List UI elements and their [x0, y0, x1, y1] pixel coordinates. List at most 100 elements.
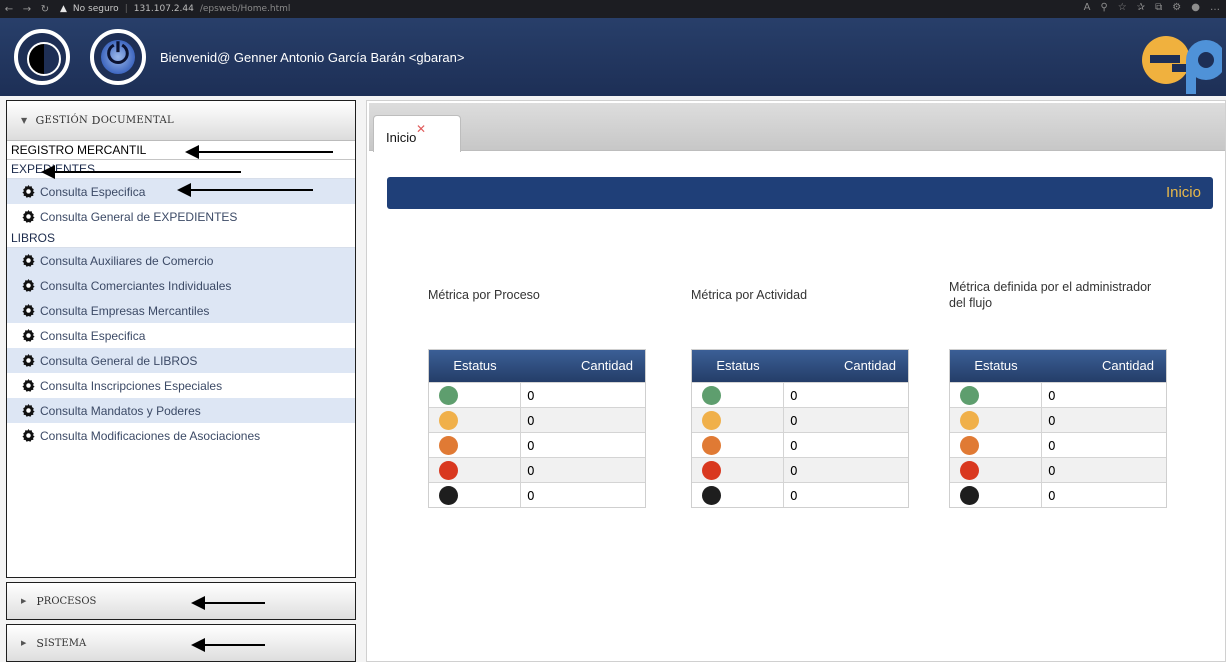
collections-icon[interactable]: ⧉	[1155, 2, 1162, 13]
menu-item-consulta-modificaciones[interactable]: Consulta Modificaciones de Asociaciones	[7, 423, 355, 448]
url-path: /epsweb/Home.html	[199, 4, 291, 14]
column-header-status: Estatus	[453, 358, 497, 373]
page-title: Inicio	[1165, 184, 1201, 201]
count-cell: 0	[527, 414, 535, 428]
close-icon[interactable]: ✕	[416, 122, 426, 136]
menu-item-label: Consulta Especifica	[40, 184, 146, 199]
title-rest: ISTEMA	[43, 637, 87, 649]
annotation-arrow	[191, 638, 265, 652]
zoom-icon[interactable]: ⚲	[1100, 2, 1107, 13]
address-bar[interactable]: ▲ No seguro | 131.107.2.44/epsweb/Home.h…	[60, 4, 290, 14]
status-dot-black	[702, 486, 721, 505]
count-cell: 0	[790, 414, 798, 428]
table-row: 0	[950, 457, 1166, 482]
accordion-header-gestion-documental[interactable]: ▼ G ESTIÓN D OCUMENTAL	[7, 101, 355, 141]
count-cell: 0	[527, 439, 535, 453]
count-cell: 0	[527, 389, 535, 403]
triangle-down-icon: ▼	[21, 116, 28, 125]
app-header: Bienvenid@ Genner Antonio García Barán <…	[0, 18, 1226, 96]
favorites-icon[interactable]: ✰	[1137, 2, 1145, 13]
menu-item-label: Consulta Empresas Mercantiles	[40, 303, 210, 318]
menu-item-consulta-especifica-libros[interactable]: Consulta Especifica	[7, 323, 355, 348]
reload-icon[interactable]: ↻	[36, 4, 54, 15]
column-header-count: Cantidad	[580, 358, 633, 373]
accordion-header-sistema[interactable]: ▶ S ISTEMA	[6, 624, 356, 662]
browser-toolbar: ← → ↻ ▲ No seguro | 131.107.2.44/epsweb/…	[0, 0, 1226, 18]
gear-icon	[22, 328, 35, 342]
favorite-icon[interactable]: ☆	[1118, 2, 1127, 13]
menu-item-label: Consulta General de LIBROS	[40, 353, 198, 368]
gear-icon	[22, 403, 35, 417]
table-row: 0	[950, 407, 1166, 432]
column-header-count: Cantidad	[1101, 358, 1154, 373]
gear-icon	[22, 184, 35, 198]
extensions-icon[interactable]: ⚙	[1172, 2, 1181, 13]
count-cell: 0	[1048, 464, 1056, 478]
count-cell: 0	[527, 464, 535, 478]
browser-tools: A ⚲ ☆ ✰ ⧉ ⚙ ● …	[1084, 2, 1220, 13]
menu-item-consulta-general-libros[interactable]: Consulta General de LIBROS	[7, 348, 355, 373]
menu-item-label: Consulta General de EXPEDIENTES	[40, 209, 238, 224]
gear-icon	[22, 428, 35, 442]
title-rest: ESTIÓN	[44, 115, 89, 126]
count-cell: 0	[790, 439, 798, 453]
table-header: Estatus Cantidad	[429, 350, 645, 382]
more-icon[interactable]: …	[1210, 2, 1220, 13]
status-dot-green	[439, 386, 458, 405]
section-expedientes[interactable]: EXPEDIENTES	[7, 160, 355, 179]
menu-item-consulta-auxiliares[interactable]: Consulta Auxiliares de Comercio	[7, 248, 355, 273]
column-header-count: Cantidad	[843, 358, 896, 373]
status-dot-yellow	[960, 411, 979, 430]
annotation-arrow	[177, 183, 313, 197]
warning-icon: ▲	[60, 4, 67, 14]
status-dot-yellow	[439, 411, 458, 430]
section-libros[interactable]: LIBROS	[7, 229, 355, 248]
status-dot-orange	[439, 436, 458, 455]
title-rest: ROCESOS	[43, 595, 97, 607]
contrast-icon[interactable]	[14, 29, 70, 85]
welcome-text: Bienvenid@ Genner Antonio García Barán <…	[160, 49, 465, 65]
metric-title: Métrica definida por el administrador de…	[949, 280, 1152, 310]
triangle-right-icon: ▶	[21, 597, 27, 605]
table-row: 0	[429, 482, 645, 507]
count-cell: 0	[790, 464, 798, 478]
read-aloud-icon[interactable]: A	[1084, 2, 1091, 13]
table-row: 0	[692, 407, 908, 432]
menu-item-label: Consulta Inscripciones Especiales	[40, 378, 223, 393]
menu-item-label: Consulta Comerciantes Individuales	[40, 278, 232, 293]
power-icon[interactable]	[90, 29, 146, 85]
count-cell: 0	[1048, 489, 1056, 503]
count-cell: 0	[1048, 389, 1056, 403]
title-rest: OCUMENTAL	[100, 115, 174, 126]
table-row: 0	[950, 382, 1166, 407]
status-dot-orange	[702, 436, 721, 455]
metric-por-proceso: Métrica por Proceso Estatus Cantidad 0 0…	[428, 275, 648, 508]
status-dot-red	[439, 461, 458, 480]
table-row: 0	[692, 432, 908, 457]
status-dot-red	[702, 461, 721, 480]
accordion-header-procesos[interactable]: ▶ P ROCESOS	[6, 582, 356, 620]
title-initial: P	[36, 594, 44, 608]
profile-icon[interactable]: ●	[1191, 2, 1200, 13]
page-banner: Inicio	[387, 177, 1213, 209]
gear-icon	[22, 209, 35, 223]
gear-icon	[22, 278, 35, 292]
sidebar: ▼ G ESTIÓN D OCUMENTAL REGISTRO MERCANTIL …	[6, 100, 356, 662]
menu-item-consulta-inscripciones[interactable]: Consulta Inscripciones Especiales	[7, 373, 355, 398]
tab-inicio[interactable]: Inicio ✕	[373, 115, 461, 152]
column-header-status: Estatus	[974, 358, 1018, 373]
forward-icon[interactable]: →	[18, 4, 36, 15]
menu-item-consulta-empresas[interactable]: Consulta Empresas Mercantiles	[7, 298, 355, 323]
menu-item-consulta-general-expedientes[interactable]: Consulta General de EXPEDIENTES	[7, 204, 355, 229]
menu-item-label: Consulta Auxiliares de Comercio	[40, 253, 214, 268]
count-cell: 0	[1048, 439, 1056, 453]
gear-icon	[22, 303, 35, 317]
table-row: 0	[692, 457, 908, 482]
main-content: Inicio ✕ Inicio Métrica por Proceso Esta…	[366, 100, 1226, 662]
tab-strip: Inicio ✕	[369, 103, 1225, 152]
url-host: 131.107.2.44	[133, 4, 194, 14]
menu-item-consulta-comerciantes[interactable]: Consulta Comerciantes Individuales	[7, 273, 355, 298]
status-dot-black	[439, 486, 458, 505]
menu-item-consulta-mandatos[interactable]: Consulta Mandatos y Poderes	[7, 398, 355, 423]
back-icon[interactable]: ←	[0, 4, 18, 15]
